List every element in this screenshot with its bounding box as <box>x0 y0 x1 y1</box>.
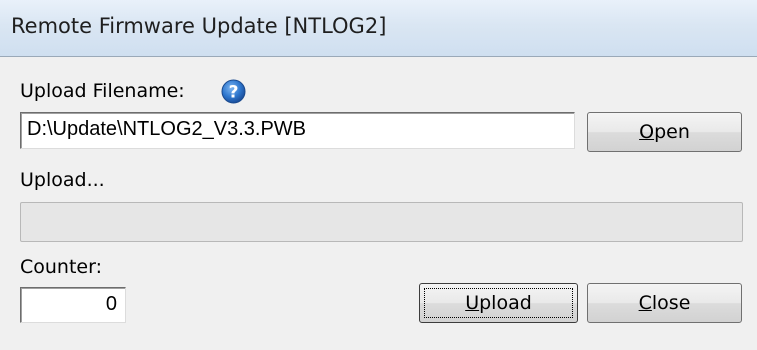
close-button[interactable]: Close <box>587 283 742 323</box>
upload-filename-input[interactable]: D:\Update\NTLOG2_V3.3.PWB <box>20 112 575 149</box>
open-button-label: pen <box>654 121 690 143</box>
counter-label: Counter: <box>20 256 102 278</box>
close-button-label: lose <box>651 292 691 314</box>
upload-button-accel: U <box>465 292 480 314</box>
upload-filename-label: Upload Filename: <box>20 80 185 102</box>
remote-firmware-update-dialog: Remote Firmware Update [NTLOG2] Upload F… <box>0 0 757 350</box>
close-button-accel: C <box>638 292 652 314</box>
window-title: Remote Firmware Update [NTLOG2] <box>11 14 387 38</box>
svg-text:?: ? <box>229 83 239 103</box>
help-icon[interactable]: ? <box>221 79 246 104</box>
title-bar[interactable]: Remote Firmware Update [NTLOG2] <box>0 0 757 57</box>
open-button[interactable]: Open <box>587 112 742 152</box>
upload-status-label: Upload... <box>20 169 105 191</box>
counter-field[interactable]: 0 <box>20 287 126 323</box>
upload-progress-bar <box>20 202 743 242</box>
open-button-accel: O <box>639 121 655 143</box>
upload-button[interactable]: Upload <box>419 283 578 323</box>
upload-button-label: pload <box>479 292 532 314</box>
